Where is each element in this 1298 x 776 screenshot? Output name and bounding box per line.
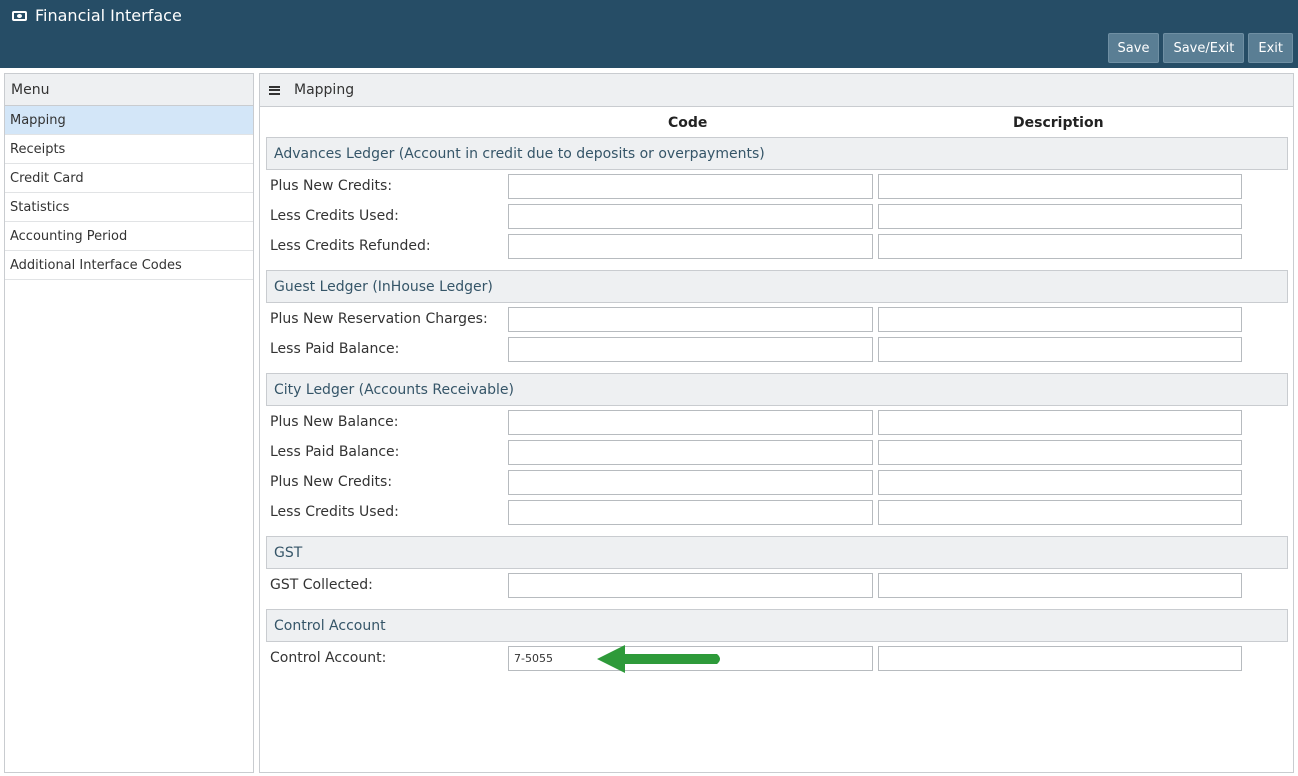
code-input[interactable] bbox=[508, 307, 873, 332]
section-guest-ledger: Guest Ledger (InHouse Ledger) bbox=[266, 270, 1288, 303]
description-input[interactable] bbox=[878, 440, 1242, 465]
description-input[interactable] bbox=[878, 410, 1242, 435]
description-input[interactable] bbox=[878, 174, 1242, 199]
money-icon bbox=[12, 10, 27, 21]
toolbar: Save Save/Exit Exit bbox=[1107, 33, 1293, 63]
sidebar-item-mapping[interactable]: Mapping bbox=[5, 106, 253, 135]
row-label: Less Credits Used: bbox=[270, 208, 399, 224]
sidebar: Menu Mapping Receipts Credit Card Statis… bbox=[4, 73, 254, 773]
row-label: Plus New Reservation Charges: bbox=[270, 311, 488, 327]
sidebar-item-credit-card[interactable]: Credit Card bbox=[5, 164, 253, 193]
mapping-panel: Mapping Code Description Advances Ledger… bbox=[259, 73, 1294, 773]
description-input[interactable] bbox=[878, 470, 1242, 495]
code-input[interactable] bbox=[508, 337, 873, 362]
section-gst: GST bbox=[266, 536, 1288, 569]
panel-title: Mapping bbox=[294, 82, 355, 98]
code-column-header: Code bbox=[668, 115, 708, 131]
code-input[interactable] bbox=[508, 573, 873, 598]
code-input[interactable] bbox=[508, 410, 873, 435]
sidebar-item-additional-interface-codes[interactable]: Additional Interface Codes bbox=[5, 251, 253, 280]
green-arrow-annotation-icon bbox=[597, 645, 720, 673]
description-input[interactable] bbox=[878, 337, 1242, 362]
description-input[interactable] bbox=[878, 500, 1242, 525]
description-input[interactable] bbox=[878, 234, 1242, 259]
row-label: Less Credits Refunded: bbox=[270, 238, 431, 254]
row-label: Plus New Credits: bbox=[270, 178, 393, 194]
row-label: Less Credits Used: bbox=[270, 504, 399, 520]
description-input[interactable] bbox=[878, 204, 1242, 229]
control-account-description-input[interactable] bbox=[878, 646, 1242, 671]
row-label: Less Paid Balance: bbox=[270, 341, 400, 357]
code-input[interactable] bbox=[508, 500, 873, 525]
sidebar-item-receipts[interactable]: Receipts bbox=[5, 135, 253, 164]
section-control-account: Control Account bbox=[266, 609, 1288, 642]
description-input[interactable] bbox=[878, 573, 1242, 598]
code-input[interactable] bbox=[508, 234, 873, 259]
row-label: Plus New Balance: bbox=[270, 414, 399, 430]
sidebar-item-accounting-period[interactable]: Accounting Period bbox=[5, 222, 253, 251]
row-label: GST Collected: bbox=[270, 577, 373, 593]
exit-button[interactable]: Exit bbox=[1248, 33, 1293, 63]
code-input[interactable] bbox=[508, 204, 873, 229]
top-bar: Financial Interface Save Save/Exit Exit bbox=[0, 0, 1298, 68]
section-advances-ledger: Advances Ledger (Account in credit due t… bbox=[266, 137, 1288, 170]
hamburger-menu-icon[interactable] bbox=[269, 85, 280, 95]
panel-header: Mapping bbox=[260, 74, 1293, 107]
code-input[interactable] bbox=[508, 470, 873, 495]
code-input[interactable] bbox=[508, 440, 873, 465]
sidebar-item-statistics[interactable]: Statistics bbox=[5, 193, 253, 222]
app-title-text: Financial Interface bbox=[35, 6, 182, 25]
app-title: Financial Interface bbox=[12, 6, 182, 25]
code-input[interactable] bbox=[508, 174, 873, 199]
description-column-header: Description bbox=[1013, 115, 1104, 131]
sidebar-title: Menu bbox=[5, 74, 253, 106]
row-label: Less Paid Balance: bbox=[270, 444, 400, 460]
row-label: Control Account: bbox=[270, 650, 387, 666]
save-button[interactable]: Save bbox=[1107, 33, 1160, 63]
description-input[interactable] bbox=[878, 307, 1242, 332]
save-exit-button[interactable]: Save/Exit bbox=[1163, 33, 1245, 63]
section-city-ledger: City Ledger (Accounts Receivable) bbox=[266, 373, 1288, 406]
row-label: Plus New Credits: bbox=[270, 474, 393, 490]
